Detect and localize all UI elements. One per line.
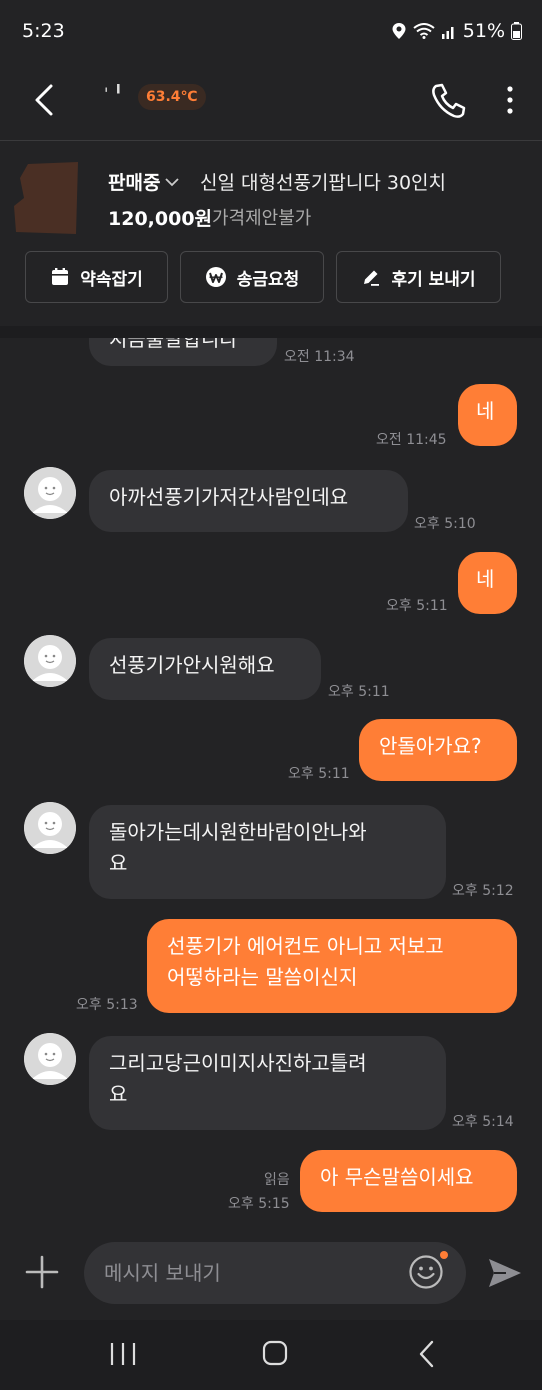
message-text: 네 [476, 567, 495, 591]
product-price: 120,000원 [108, 208, 213, 230]
read-receipt: 읽음 [264, 1172, 290, 1188]
status-bar: 5:23 51% [0, 0, 542, 64]
send-button[interactable] [486, 1254, 524, 1292]
back-arrow-icon [35, 84, 53, 116]
chevron-down-icon [165, 177, 180, 186]
request-payment-label: 송금요청 [236, 269, 300, 290]
product-title[interactable]: 신일 대형선풍기팝니다 30인치 [200, 168, 446, 195]
chevron-left-icon [419, 1340, 434, 1368]
message-text-line: 돌아가는데시원한바람이안나와 [109, 820, 367, 844]
message-timestamp: 오후 5:14 [452, 1114, 514, 1130]
send-icon [489, 1259, 521, 1287]
home-button[interactable] [250, 1334, 300, 1374]
chat-header-shadow [0, 326, 542, 338]
recent-apps-button[interactable] [98, 1334, 148, 1374]
location-icon [392, 23, 406, 39]
signal-icon [441, 27, 454, 39]
emoji-button[interactable] [408, 1254, 444, 1290]
message-bubble-incoming[interactable]: 선풍기가안시원해요 [89, 638, 321, 700]
send-review-label: 후기 보내기 [391, 269, 476, 290]
message-text: 지금출발합니다 [109, 338, 238, 351]
message-text-line: 요 [109, 1082, 128, 1106]
status-icons: 51% [391, 20, 522, 42]
partner-avatar[interactable] [24, 802, 76, 854]
message-bubble-outgoing[interactable]: 안돌아가요? [359, 719, 517, 781]
message-bubble-outgoing[interactable]: 선풍기가 에어컨도 아니고 저보고 어떻하라는 말씀이신지 [147, 919, 517, 1013]
schedule-appointment-label: 약속잡기 [80, 269, 143, 290]
product-thumbnail[interactable] [14, 160, 78, 234]
schedule-appointment-button[interactable]: 약속잡기 [25, 251, 168, 303]
message-bubble-incoming[interactable]: 그리고당근이미지사진하고틀려 요 [89, 1036, 446, 1130]
recent-apps-icon [110, 1343, 136, 1365]
message-bubble-incoming[interactable]: 아까선풍기가저간사람인데요 [89, 470, 408, 532]
message-text-line: 요 [109, 851, 128, 875]
won-coin-icon [205, 267, 226, 287]
price-offer-note: 가격제안불가 [212, 208, 312, 229]
battery-percent: 51% [462, 20, 505, 42]
back-button[interactable] [24, 78, 68, 122]
message-bubble-incoming[interactable]: 지금출발합니다 [89, 338, 277, 366]
message-text: 네 [476, 399, 495, 423]
message-text-line: 그리고당근이미지사진하고틀려 [109, 1051, 367, 1075]
sale-status-dropdown[interactable]: 판매중 [108, 168, 180, 195]
message-bubble-incoming[interactable]: 돌아가는데시원한바람이안나와 요 [89, 805, 446, 899]
status-time: 5:23 [22, 20, 65, 42]
message-text: 선풍기가안시원해요 [109, 653, 275, 677]
battery-icon [511, 22, 522, 40]
more-vertical-icon [507, 86, 513, 114]
message-timestamp: 오전 11:45 [376, 432, 447, 448]
partner-avatar[interactable] [24, 635, 76, 687]
message-timestamp: 오후 5:13 [76, 997, 138, 1013]
partner-avatar[interactable] [24, 1033, 76, 1085]
message-timestamp: 오후 5:11 [386, 598, 448, 614]
call-button[interactable] [426, 78, 470, 122]
manner-temperature-badge: 63.4℃ [138, 84, 206, 110]
message-timestamp: 오후 5:12 [452, 883, 514, 899]
plus-icon [25, 1255, 59, 1289]
message-timestamp: 오전 11:34 [284, 349, 355, 365]
message-timestamp: 오후 5:10 [414, 516, 476, 532]
home-icon [262, 1340, 288, 1366]
message-text-line: 선풍기가 에어컨도 아니고 저보고 [167, 934, 444, 958]
message-timestamp: 오후 5:11 [328, 684, 390, 700]
message-text: 아 무슨말씀이세요 [320, 1165, 474, 1189]
phone-icon [432, 83, 466, 118]
wifi-icon [413, 23, 435, 39]
partner-avatar[interactable] [24, 467, 76, 519]
system-back-button[interactable] [402, 1334, 452, 1374]
partner-nickname: ' ╹ [104, 84, 124, 103]
send-review-button[interactable]: 후기 보내기 [336, 251, 501, 303]
pencil-icon [364, 270, 380, 286]
smiley-icon [409, 1255, 443, 1289]
request-payment-button[interactable]: 송금요청 [180, 251, 324, 303]
message-bubble-outgoing[interactable]: 네 [458, 552, 517, 614]
system-navigation-bar [0, 1320, 542, 1390]
message-bubble-outgoing[interactable]: 네 [458, 384, 517, 446]
header-divider [0, 140, 542, 141]
message-timestamp: 오후 5:11 [288, 766, 350, 782]
more-menu-button[interactable] [494, 78, 526, 122]
attach-button[interactable] [22, 1252, 62, 1292]
message-timestamp: 오후 5:15 [228, 1196, 290, 1212]
new-badge-dot [440, 1251, 448, 1259]
chat-message-list: 지금출발합니다 오전 11:34 네 오전 11:45 아까선풍기가저간사람인데… [0, 338, 542, 1232]
calendar-icon [52, 268, 69, 285]
message-text: 아까선풍기가저간사람인데요 [109, 485, 349, 509]
message-text: 안돌아가요? [379, 734, 482, 758]
message-text-line: 어떻하라는 말씀이신지 [167, 965, 358, 989]
sale-status-label: 판매중 [108, 172, 161, 194]
chat-header: ' ╹ 63.4℃ [0, 64, 542, 140]
message-bubble-outgoing[interactable]: 아 무슨말씀이세요 [300, 1150, 517, 1212]
